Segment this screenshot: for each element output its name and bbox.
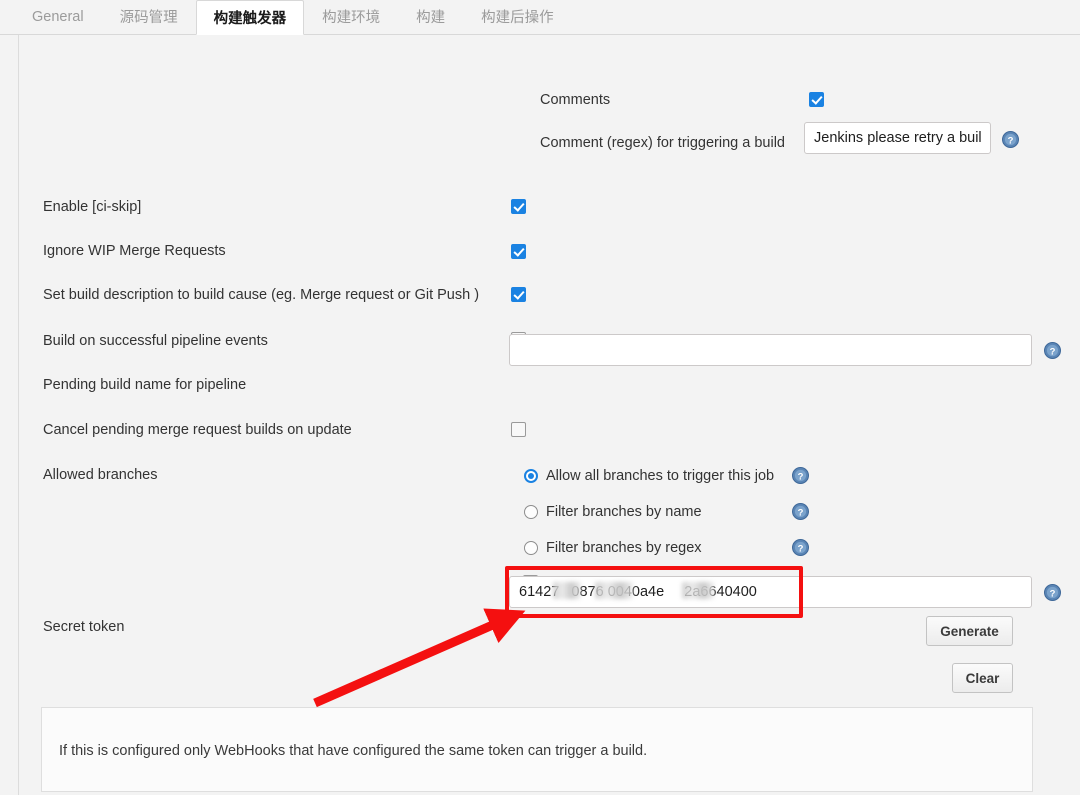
radio-allow-all-branches[interactable] bbox=[524, 469, 538, 483]
radio-filter-branches-by-name-label: Filter branches by name bbox=[546, 504, 702, 520]
tab-build[interactable]: 构建 bbox=[398, 0, 463, 34]
comment-regex-label: Comment (regex) for triggering a build bbox=[540, 135, 785, 151]
ignore-wip-label: Ignore WIP Merge Requests bbox=[43, 243, 226, 259]
radio-filter-branches-by-regex[interactable] bbox=[524, 541, 538, 555]
pending-build-name-input[interactable] bbox=[509, 334, 1032, 366]
generate-button[interactable]: Generate bbox=[926, 616, 1013, 646]
svg-text:?: ? bbox=[1050, 346, 1056, 357]
enable-ci-skip-checkbox[interactable] bbox=[511, 199, 526, 214]
secret-token-label: Secret token bbox=[43, 619, 125, 635]
help-icon[interactable]: ? bbox=[792, 539, 809, 556]
comments-checkbox[interactable] bbox=[809, 92, 824, 107]
radio-filter-branches-by-name[interactable] bbox=[524, 505, 538, 519]
info-box-text: If this is configured only WebHooks that… bbox=[59, 743, 648, 759]
enable-ci-skip-label: Enable [ci-skip] bbox=[43, 199, 142, 215]
set-build-description-label: Set build description to build cause (eg… bbox=[43, 287, 480, 303]
svg-text:?: ? bbox=[798, 471, 804, 482]
allowed-branches-label: Allowed branches bbox=[43, 467, 158, 483]
set-build-description-checkbox[interactable] bbox=[511, 287, 526, 302]
help-icon[interactable]: ? bbox=[1044, 342, 1061, 359]
svg-text:?: ? bbox=[1050, 588, 1056, 599]
comment-regex-input[interactable] bbox=[804, 122, 991, 154]
pending-build-name-label: Pending build name for pipeline bbox=[43, 377, 247, 393]
build-triggers-panel: Comments Comment (regex) for triggering … bbox=[18, 35, 1080, 795]
svg-text:?: ? bbox=[798, 507, 804, 518]
help-icon[interactable]: ? bbox=[792, 467, 809, 484]
tab-general[interactable]: General bbox=[14, 0, 102, 34]
help-icon[interactable]: ? bbox=[792, 503, 809, 520]
svg-text:?: ? bbox=[798, 543, 804, 554]
tab-source-code-management[interactable]: 源码管理 bbox=[102, 0, 196, 34]
radio-allow-all-branches-label: Allow all branches to trigger this job bbox=[546, 468, 775, 484]
config-tab-bar: General 源码管理 构建触发器 构建环境 构建 构建后操作 bbox=[0, 0, 1080, 35]
help-icon[interactable]: ? bbox=[1002, 131, 1019, 148]
clear-button[interactable]: Clear bbox=[952, 663, 1013, 693]
build-on-pipeline-label: Build on successful pipeline events bbox=[43, 333, 268, 349]
svg-text:?: ? bbox=[1008, 135, 1014, 146]
tab-build-environment[interactable]: 构建环境 bbox=[304, 0, 398, 34]
tab-build-triggers[interactable]: 构建触发器 bbox=[195, 0, 305, 35]
cancel-pending-label: Cancel pending merge request builds on u… bbox=[43, 422, 352, 438]
radio-filter-branches-by-regex-label: Filter branches by regex bbox=[546, 540, 702, 556]
comments-label: Comments bbox=[540, 92, 611, 108]
config-page: General 源码管理 构建触发器 构建环境 构建 构建后操作 Comment… bbox=[0, 0, 1080, 795]
tab-post-build-actions[interactable]: 构建后操作 bbox=[463, 0, 572, 34]
cancel-pending-checkbox[interactable] bbox=[511, 422, 526, 437]
ignore-wip-checkbox[interactable] bbox=[511, 244, 526, 259]
secret-token-input[interactable] bbox=[509, 576, 1032, 608]
help-icon[interactable]: ? bbox=[1044, 584, 1061, 601]
